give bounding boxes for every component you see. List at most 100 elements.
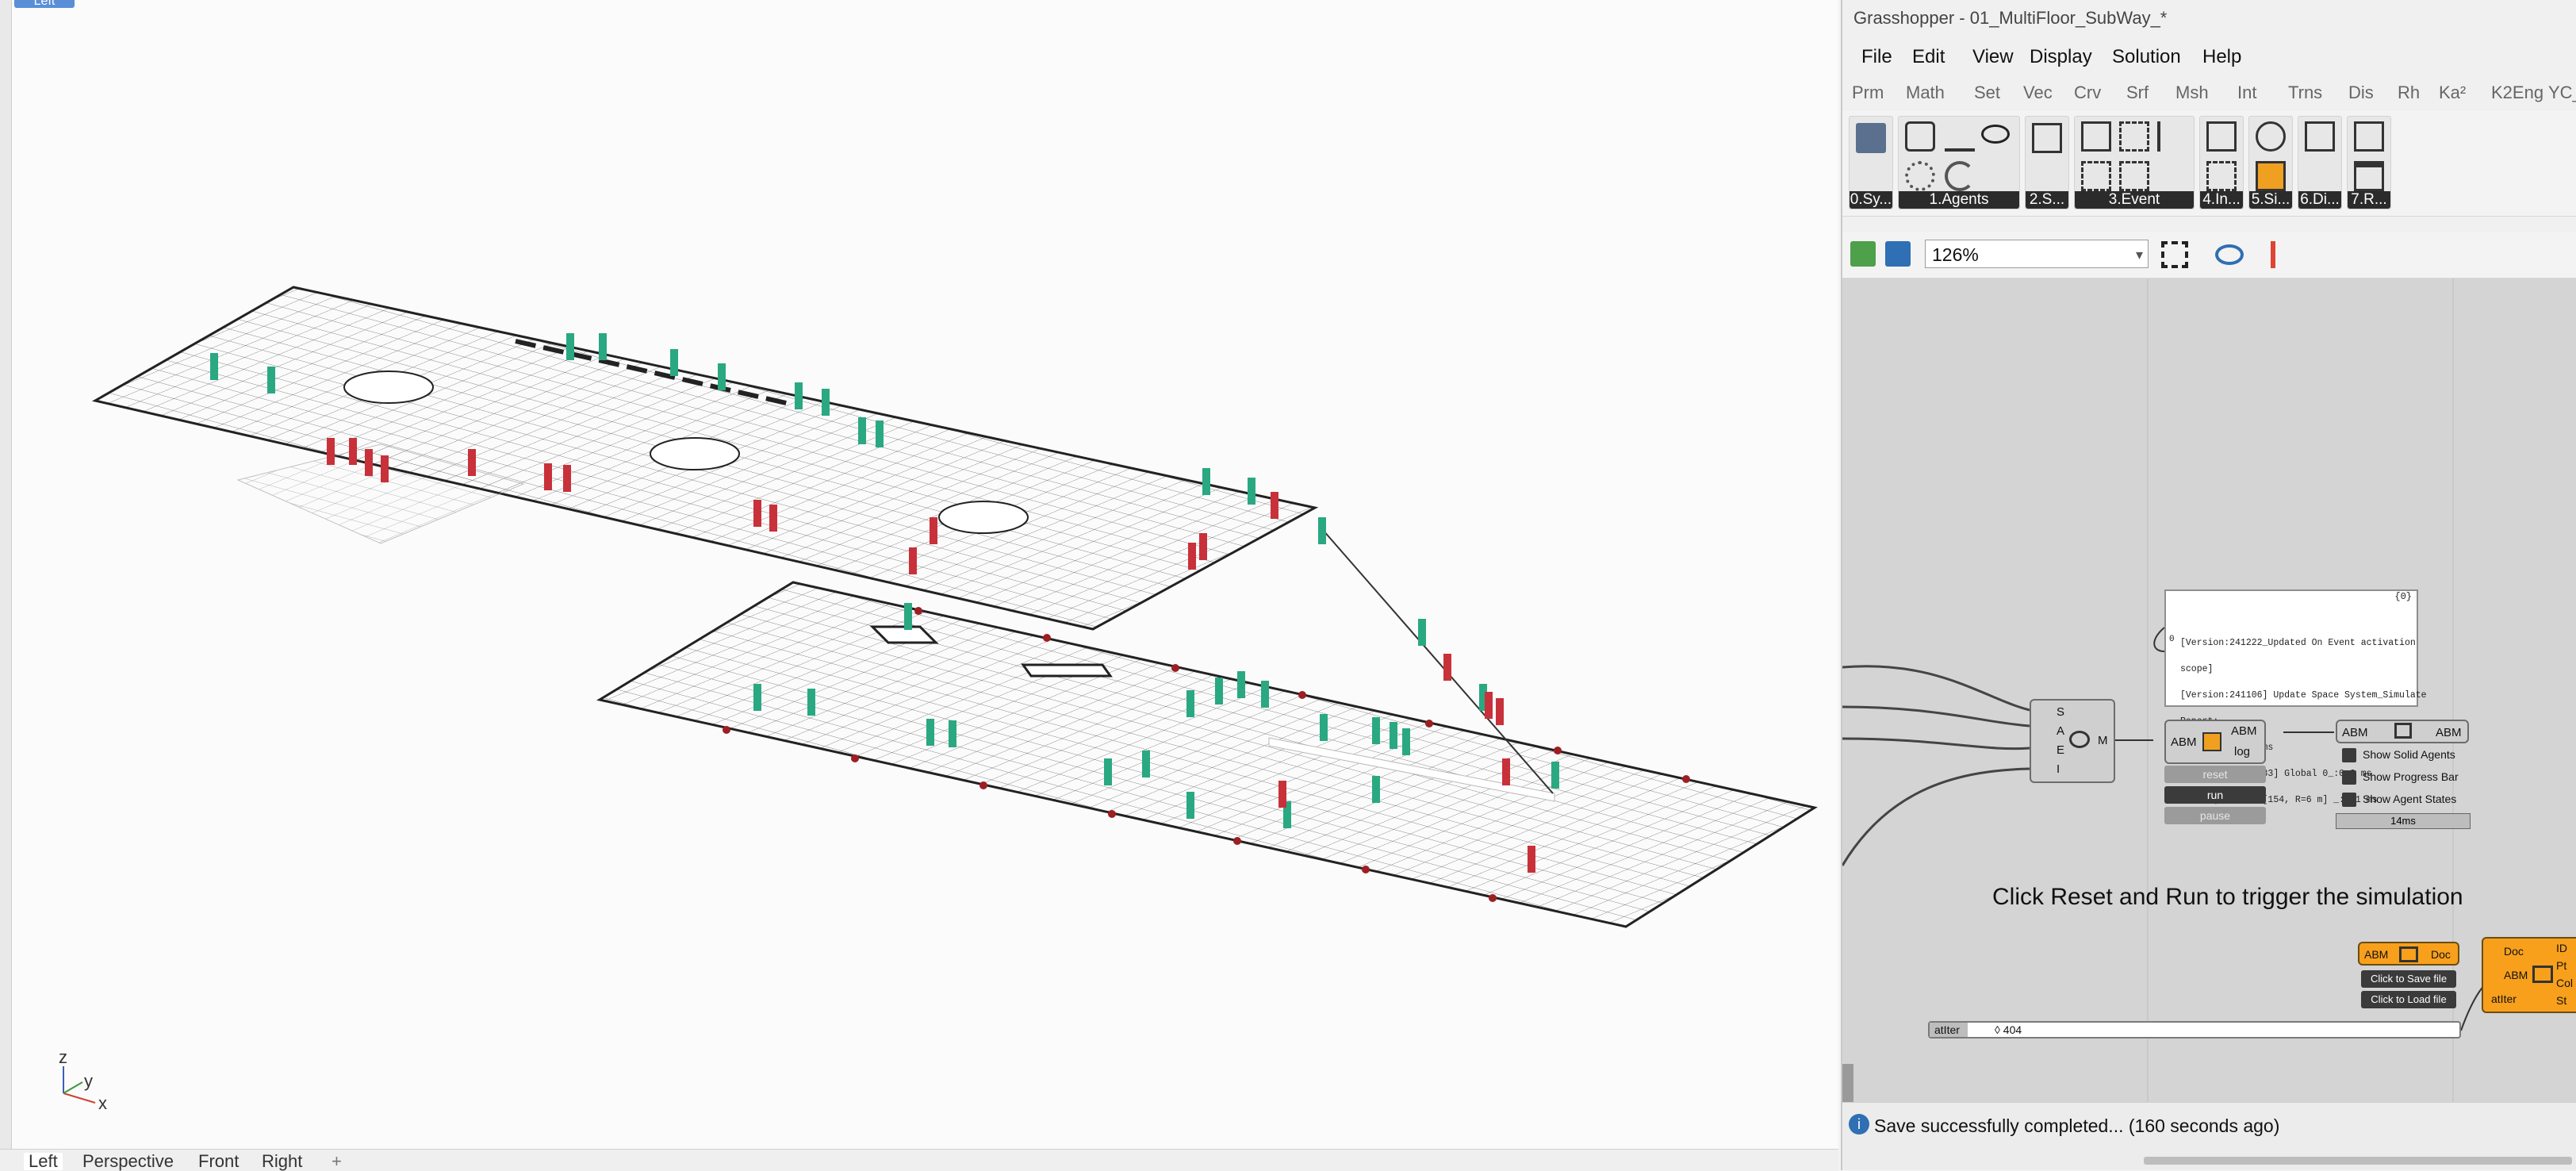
tab-perspective[interactable]: Perspective bbox=[82, 1153, 174, 1170]
reset-button[interactable]: reset bbox=[2164, 766, 2266, 783]
robot-icon[interactable] bbox=[1905, 121, 1935, 152]
menu-solution[interactable]: Solution bbox=[2112, 46, 2181, 68]
abm-engine-node[interactable]: ABM ABM log bbox=[2164, 720, 2266, 764]
ribbon-group-agents[interactable]: 1.Agents bbox=[1898, 116, 2020, 209]
monitor-icon[interactable] bbox=[2305, 121, 2335, 152]
option-show-progress-bar[interactable]: Show Progress Bar bbox=[2342, 770, 2459, 785]
group-icon[interactable] bbox=[2206, 161, 2237, 191]
log-panel[interactable]: {0} 0 [Version:241222_Updated On Event a… bbox=[2164, 589, 2427, 804]
file-output[interactable]: Doc bbox=[2431, 948, 2451, 961]
option-show-solid-agents[interactable]: Show Solid Agents bbox=[2342, 748, 2455, 763]
menu-display[interactable]: Display bbox=[2030, 46, 2092, 68]
tab-k2eng[interactable]: K2Eng bbox=[2491, 83, 2543, 103]
tab-srf[interactable]: Srf bbox=[2126, 83, 2149, 103]
export-output-pt[interactable]: Pt bbox=[2556, 959, 2566, 972]
input-a[interactable]: A bbox=[2057, 724, 2064, 738]
tab-math[interactable]: Math bbox=[1906, 83, 1945, 103]
add-tab-button[interactable]: + bbox=[332, 1153, 342, 1170]
menu-edit[interactable]: Edit bbox=[1912, 46, 1945, 68]
save-file-icon[interactable] bbox=[1885, 241, 1911, 267]
export-node[interactable]: Doc ABM atIter ID Pt Col St bbox=[2482, 937, 2576, 1013]
tab-front[interactable]: Front bbox=[198, 1153, 239, 1170]
input-e[interactable]: E bbox=[2057, 743, 2064, 757]
chip-icon[interactable] bbox=[2256, 161, 2286, 191]
atiter-slider[interactable]: atIter ◊ 404 bbox=[1928, 1021, 2461, 1039]
tab-prm[interactable]: Prm bbox=[1852, 83, 1884, 103]
preview-eye-icon[interactable] bbox=[2215, 244, 2244, 265]
sketch-pen-icon[interactable] bbox=[2271, 241, 2298, 268]
eye-icon[interactable] bbox=[1981, 125, 2010, 144]
ribbon-group-display[interactable]: 6.Di... bbox=[2298, 116, 2342, 209]
zoom-extents-icon[interactable] bbox=[2161, 241, 2188, 268]
run-button[interactable]: run bbox=[2164, 786, 2266, 804]
avatar-icon[interactable] bbox=[1856, 123, 1886, 153]
grasshopper-canvas[interactable]: {0} 0 [Version:241222_Updated On Event a… bbox=[1842, 278, 2576, 1102]
export-input-atiter[interactable]: atIter bbox=[2491, 992, 2517, 1005]
menu-help[interactable]: Help bbox=[2202, 46, 2241, 68]
export-output-id[interactable]: ID bbox=[2556, 942, 2567, 954]
zoom-select[interactable]: 126% ▾ bbox=[1925, 240, 2149, 268]
slider-value[interactable]: ◊ 404 bbox=[1995, 1023, 2022, 1036]
option-show-agent-states[interactable]: Show Agent States bbox=[2342, 793, 2456, 808]
crowd-icon[interactable] bbox=[2119, 121, 2149, 152]
engine-output-abm[interactable]: ABM bbox=[2231, 724, 2257, 738]
export-output-st[interactable]: St bbox=[2556, 994, 2566, 1007]
menu-view[interactable]: View bbox=[1972, 46, 2014, 68]
engine-output-log[interactable]: log bbox=[2234, 745, 2250, 758]
tab-left[interactable]: Left bbox=[24, 1153, 63, 1170]
rhino-viewport[interactable]: Left z y x bbox=[0, 0, 1838, 1149]
display-output[interactable]: ABM bbox=[2436, 726, 2462, 739]
ribbon-group-event[interactable]: 3.Event bbox=[2074, 116, 2195, 209]
input-i[interactable]: I bbox=[2057, 762, 2060, 776]
checkbox[interactable] bbox=[2342, 793, 2356, 808]
person-icon[interactable] bbox=[2157, 121, 2187, 152]
event-icon[interactable] bbox=[2081, 121, 2111, 152]
scene-svg[interactable]: z y x bbox=[0, 0, 1838, 1149]
pause-button[interactable]: pause bbox=[2164, 807, 2266, 824]
checkbox[interactable] bbox=[2342, 770, 2356, 785]
output-m[interactable]: M bbox=[2098, 734, 2108, 747]
export-input-abm[interactable]: ABM bbox=[2504, 969, 2528, 981]
tab-rh[interactable]: Rh bbox=[2398, 83, 2420, 103]
group-icon[interactable] bbox=[2081, 161, 2111, 191]
menu-file[interactable]: File bbox=[1861, 46, 1892, 68]
tab-set[interactable]: Set bbox=[1974, 83, 2000, 103]
simulation-assembly-node[interactable]: S A E I M bbox=[2030, 699, 2115, 783]
ribbon-group-interaction[interactable]: 4.In... bbox=[2199, 116, 2244, 209]
network-icon[interactable] bbox=[2256, 121, 2286, 152]
file-input[interactable]: ABM bbox=[2364, 948, 2388, 961]
export-output-col[interactable]: Col bbox=[2556, 977, 2573, 989]
tab-yc[interactable]: YC_ bbox=[2548, 83, 2576, 103]
file-node[interactable]: ABM Doc bbox=[2358, 942, 2459, 966]
open-file-icon[interactable] bbox=[1850, 241, 1876, 267]
tab-right[interactable]: Right bbox=[262, 1153, 302, 1170]
tab-msh[interactable]: Msh bbox=[2175, 83, 2209, 103]
interaction-icon[interactable] bbox=[2206, 121, 2237, 152]
ribbon-group-simulation[interactable]: 5.Si... bbox=[2248, 116, 2293, 209]
refresh-icon[interactable] bbox=[1945, 161, 1975, 191]
display-node[interactable]: ABM ABM bbox=[2336, 720, 2469, 743]
input-s[interactable]: S bbox=[2057, 705, 2064, 719]
play-icon[interactable] bbox=[2354, 121, 2384, 152]
display-input[interactable]: ABM bbox=[2342, 726, 2368, 739]
tab-vec[interactable]: Vec bbox=[2023, 83, 2053, 103]
ribbon-group-record[interactable]: 7.R... bbox=[2347, 116, 2391, 209]
horizontal-scrollbar[interactable] bbox=[1842, 1150, 2576, 1170]
scrollbar-thumb[interactable] bbox=[2144, 1157, 2572, 1165]
export-input-doc[interactable]: Doc bbox=[2504, 945, 2524, 958]
ribbon-group-space[interactable]: 2.S... bbox=[2025, 116, 2069, 209]
tab-int[interactable]: Int bbox=[2237, 83, 2256, 103]
folder-icon[interactable] bbox=[2354, 161, 2384, 191]
tab-ka2[interactable]: Ka² bbox=[2439, 83, 2466, 103]
tab-trns[interactable]: Trns bbox=[2288, 83, 2322, 103]
map-icon[interactable] bbox=[2032, 123, 2062, 153]
load-file-button[interactable]: Click to Load file bbox=[2361, 991, 2456, 1008]
tab-crv[interactable]: Crv bbox=[2074, 83, 2101, 103]
tab-dis[interactable]: Dis bbox=[2348, 83, 2374, 103]
save-file-button[interactable]: Click to Save file bbox=[2361, 970, 2456, 988]
hierarchy-icon[interactable] bbox=[1945, 121, 1975, 152]
engine-input[interactable]: ABM bbox=[2171, 735, 2197, 749]
gear-icon[interactable] bbox=[1905, 161, 1935, 191]
group-icon[interactable] bbox=[2119, 161, 2149, 191]
canvas-scrollbar[interactable] bbox=[1842, 1064, 1853, 1102]
